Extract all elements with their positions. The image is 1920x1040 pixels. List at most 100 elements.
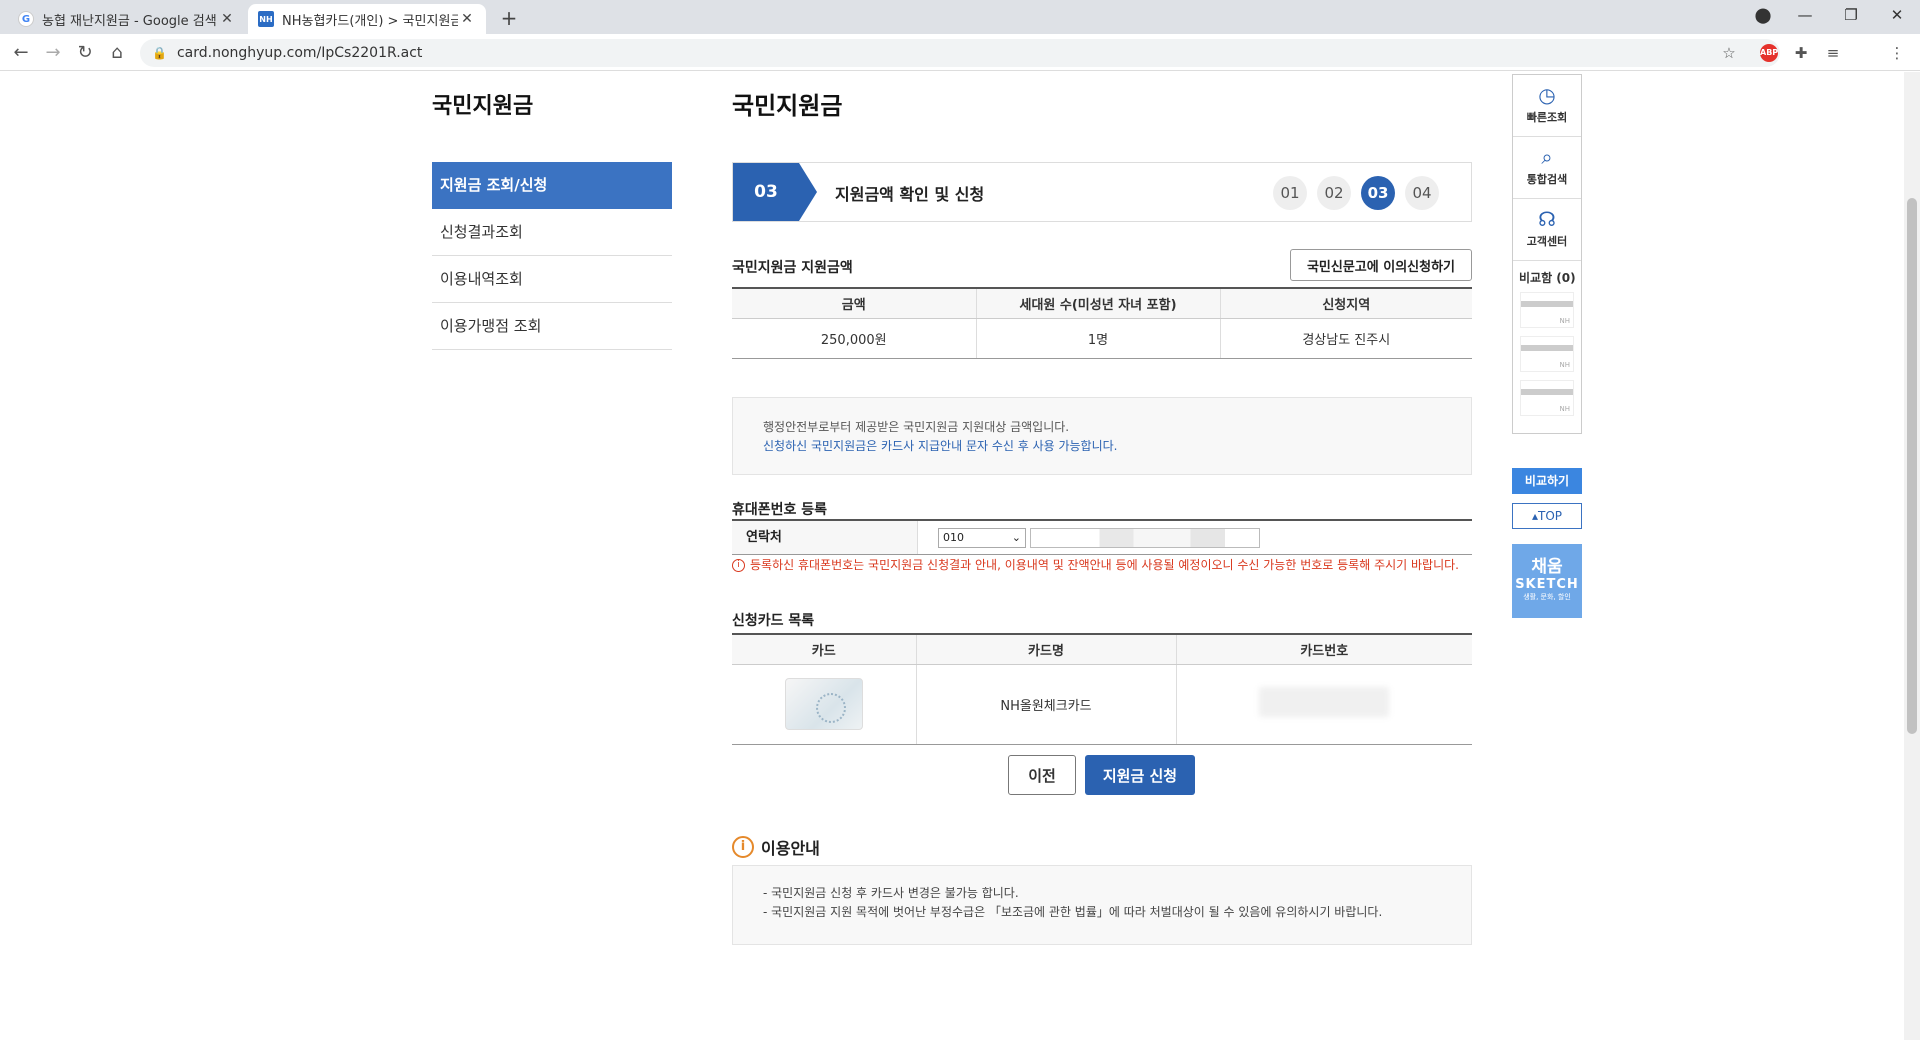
guide-title-text: 이용안내 bbox=[761, 839, 820, 858]
quick-menu: ◷ 빠른조회 ⌕ 통합검색 ☊ 고객센터 비교함 (0) NH NH NH bbox=[1512, 74, 1582, 434]
sidebar-item-apply[interactable]: 지원금 조회/신청 bbox=[432, 162, 672, 209]
card-image bbox=[784, 678, 863, 730]
reading-list-icon[interactable]: ≡ bbox=[1822, 42, 1844, 64]
browser-toolbar: ← → ↻ ⌂ 🔒 card.nonghyup.com/IpCs2201R.ac… bbox=[0, 34, 1920, 71]
objection-button[interactable]: 국민신문고에 이의신청하기 bbox=[1290, 249, 1472, 281]
quick-lookup-button[interactable]: ◷ 빠른조회 bbox=[1513, 75, 1581, 137]
sidebar-item-result[interactable]: 신청결과조회 bbox=[432, 209, 672, 256]
integrated-search-button[interactable]: ⌕ 통합검색 bbox=[1513, 137, 1581, 199]
back-icon[interactable]: ← bbox=[8, 40, 34, 66]
compare-slot[interactable]: NH bbox=[1520, 292, 1574, 328]
tab-google-search[interactable]: G 농협 재난지원금 - Google 검색 ✕ bbox=[8, 4, 246, 34]
banner-line1: 채움 bbox=[1531, 557, 1563, 577]
warning-icon: i bbox=[732, 559, 745, 572]
guide-line: - 국민지원금 지원 목적에 벗어난 부정수급은 「보조금에 관한 법률」에 따… bbox=[763, 905, 1383, 919]
sidebar-item-merchant[interactable]: 이용가맹점 조회 bbox=[432, 303, 672, 350]
card-table: 카드 카드명 카드번호 NH올원체크카드 bbox=[732, 633, 1472, 745]
warning-text: 등록하신 휴대폰번호는 국민지원금 신청결과 안내, 이용내역 및 잔액안내 등… bbox=[750, 558, 1459, 572]
amount-table: 금액 세대원 수(미성년 자녀 포함) 신청지역 250,000원 1명 경상남… bbox=[732, 287, 1472, 359]
header-card: 카드 bbox=[732, 634, 916, 665]
scrollbar-thumb[interactable] bbox=[1907, 198, 1917, 734]
extensions-icon[interactable]: ✚ bbox=[1790, 42, 1812, 64]
card-number-cell bbox=[1175, 664, 1472, 745]
sketch-banner[interactable]: 채움 SKETCH 생활, 문화, 할인 bbox=[1512, 544, 1582, 618]
card-section-title: 신청카드 목록 bbox=[732, 613, 815, 629]
table-row: NH올원체크카드 bbox=[732, 664, 1472, 745]
step-02: 02 bbox=[1317, 176, 1351, 210]
header-amount: 금액 bbox=[732, 288, 976, 319]
tab-title: 농협 재난지원금 - Google 검색 bbox=[42, 13, 217, 29]
tab-nh-card[interactable]: NH NH농협카드(개인) > 국민지원금 ✕ bbox=[248, 4, 486, 34]
step-label: 지원금액 확인 및 신청 bbox=[835, 185, 985, 204]
phone-prefix-select[interactable]: 010 ⌄ bbox=[938, 528, 1026, 548]
guide-box: - 국민지원금 신청 후 카드사 변경은 불가능 합니다. - 국민지원금 지원… bbox=[732, 865, 1472, 945]
banner-line3: 생활, 문화, 할인 bbox=[1523, 593, 1571, 601]
sidebar-item-usage[interactable]: 이용내역조회 bbox=[432, 256, 672, 303]
compare-slot[interactable]: NH bbox=[1520, 336, 1574, 372]
new-tab-button[interactable]: + bbox=[496, 6, 522, 30]
region-value: 경상남도 진주시 bbox=[1219, 318, 1472, 359]
amount-value: 250,000원 bbox=[732, 318, 976, 359]
tab-title: NH농협카드(개인) > 국민지원금 bbox=[282, 13, 458, 29]
close-tab-icon[interactable]: ✕ bbox=[218, 11, 236, 27]
amount-section-title: 국민지원금 지원금액 bbox=[732, 260, 853, 276]
search-icon: ⌕ bbox=[1541, 145, 1553, 169]
card-name-value: NH올원체크카드 bbox=[915, 664, 1176, 745]
top-button[interactable]: ▴TOP bbox=[1512, 503, 1582, 529]
bookmark-star-icon[interactable]: ☆ bbox=[1718, 42, 1740, 64]
close-window-icon[interactable]: ✕ bbox=[1874, 6, 1920, 24]
close-tab-icon[interactable]: ✕ bbox=[458, 11, 476, 27]
banner-line2: SKETCH bbox=[1515, 577, 1579, 592]
header-region: 신청지역 bbox=[1219, 288, 1472, 319]
menu-icon[interactable]: ⋮ bbox=[1886, 42, 1908, 64]
sidebar-title: 국민지원금 bbox=[432, 94, 534, 119]
address-bar[interactable]: 🔒 card.nonghyup.com/IpCs2201R.act bbox=[140, 39, 1780, 67]
phone-section-title: 휴대폰번호 등록 bbox=[732, 502, 828, 518]
page-title: 국민지원금 bbox=[732, 92, 843, 120]
step-arrow-shape bbox=[799, 163, 817, 221]
header-card-number: 카드번호 bbox=[1175, 634, 1472, 665]
lock-icon: 🔒 bbox=[152, 46, 167, 60]
browser-window: G 농협 재난지원금 - Google 검색 ✕ NH NH농협카드(개인) >… bbox=[0, 0, 1920, 1040]
quick-item-label: 고객센터 bbox=[1526, 235, 1568, 248]
tab-strip: G 농협 재난지원금 - Google 검색 ✕ NH NH농협카드(개인) >… bbox=[0, 0, 1920, 34]
guide-title: i 이용안내 bbox=[732, 835, 820, 859]
compare-box-label: 비교함 (0) bbox=[1519, 271, 1576, 285]
forward-icon[interactable]: → bbox=[40, 40, 66, 66]
info-box: 행정안전부로부터 제공받은 국민지원금 지원대상 금액입니다. 신청하신 국민지… bbox=[732, 397, 1472, 475]
prev-button[interactable]: 이전 bbox=[1008, 755, 1076, 795]
compare-button[interactable]: 비교하기 bbox=[1512, 468, 1582, 494]
profile-menu-icon[interactable]: ⬤ bbox=[1740, 6, 1786, 24]
household-value: 1명 bbox=[975, 318, 1220, 359]
phone-form: 연락처 010 ⌄ bbox=[732, 519, 1472, 555]
minimize-icon[interactable]: — bbox=[1782, 6, 1828, 24]
compare-slot[interactable]: NH bbox=[1520, 380, 1574, 416]
phone-prefix-value: 010 bbox=[943, 531, 964, 544]
sidebar-nav: 지원금 조회/신청 신청결과조회 이용내역조회 이용가맹점 조회 bbox=[432, 162, 672, 350]
step-01: 01 bbox=[1273, 176, 1307, 210]
header-card-name: 카드명 bbox=[915, 634, 1176, 665]
guide-line: - 국민지원금 신청 후 카드사 변경은 불가능 합니다. bbox=[763, 886, 1019, 900]
apply-button[interactable]: 지원금 신청 bbox=[1085, 755, 1195, 795]
customer-center-button[interactable]: ☊ 고객센터 bbox=[1513, 199, 1581, 261]
step-indicator: 03 지원금액 확인 및 신청 01 02 03 04 bbox=[732, 162, 1472, 222]
info-line-highlight: 신청하신 국민지원금은 카드사 지급안내 문자 수신 후 사용 가능합니다. bbox=[763, 439, 1118, 453]
phone-label: 연락처 bbox=[732, 521, 918, 554]
table-row: 250,000원 1명 경상남도 진주시 bbox=[732, 318, 1472, 359]
header-household: 세대원 수(미성년 자녀 포함) bbox=[975, 288, 1220, 319]
adblock-icon[interactable]: ABP bbox=[1760, 44, 1778, 62]
page-scrollbar[interactable] bbox=[1904, 72, 1920, 1040]
step-04: 04 bbox=[1405, 176, 1439, 210]
reload-icon[interactable]: ↻ bbox=[72, 40, 98, 66]
google-favicon-icon: G bbox=[18, 11, 34, 27]
phone-number-input[interactable] bbox=[1030, 528, 1260, 548]
maximize-icon[interactable]: ❐ bbox=[1828, 6, 1874, 24]
page-content: 국민지원금 지원금 조회/신청 신청결과조회 이용내역조회 이용가맹점 조회 국… bbox=[0, 72, 1920, 1040]
home-icon[interactable]: ⌂ bbox=[104, 40, 130, 66]
step-03: 03 bbox=[1361, 176, 1395, 210]
card-image-cell bbox=[732, 664, 916, 745]
info-line: 행정안전부로부터 제공받은 국민지원금 지원대상 금액입니다. bbox=[763, 420, 1070, 434]
clock-icon: ◷ bbox=[1538, 83, 1556, 107]
nh-favicon-icon: NH bbox=[258, 11, 274, 27]
card-number-masked bbox=[1259, 687, 1390, 717]
